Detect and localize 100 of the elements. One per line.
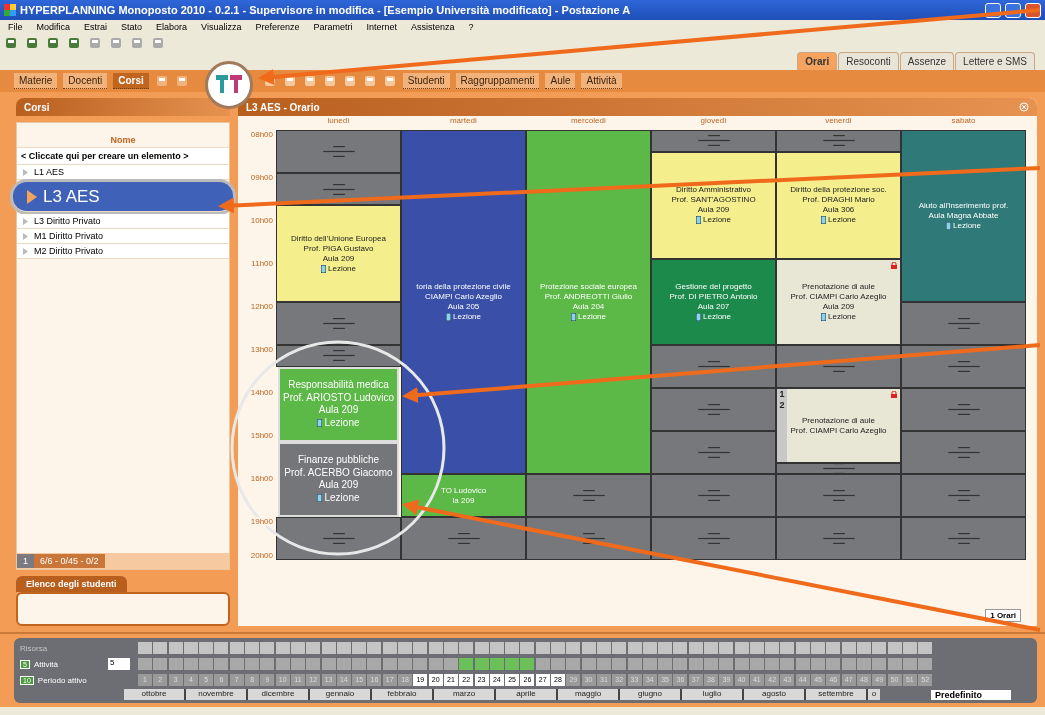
lesson-type: Lezione [696,312,731,322]
lesson-card[interactable]: toria della protezione civile CIAMPI Carlo Azeglio Aula 205 Lezione [401,130,526,474]
mode-tab[interactable]: Assenze [899,52,955,70]
list-item[interactable]: L3 Diritto Privato [17,214,229,229]
row-label: Attività [33,659,58,669]
time-label: 11h00 [251,259,273,268]
day-header: mercoledì [569,116,608,127]
month-label: novembre [186,689,248,700]
time-label: 20h00 [250,551,273,560]
menu-item[interactable]: Assistenza [411,22,455,32]
lesson-teacher: Prof. DI PIETRO Antonio [669,292,758,302]
menu-item[interactable]: Internet [366,22,398,32]
menu-item[interactable]: Visualizza [201,22,242,32]
lesson-room: Aula 306 [822,205,855,216]
day-header: sabato [950,116,977,127]
day-header: giovedì [699,116,728,127]
item-counter: 6/6 - 0/45 - 0/2 [34,554,105,568]
list-item[interactable]: M1 Diritto Privato [17,229,229,244]
day-header: martedì [448,116,479,127]
lesson-teacher: Prof. CIAMPI Carlo Azeglio [790,292,887,302]
resource-tab[interactable]: Aule [545,73,576,89]
window-title: HYPERPLANNING Monoposto 2010 - 0.2.1 - Supervisore in modifica - [Esempio Università modificato] - Postazione A [20,4,632,16]
list-item[interactable]: M2 Diritto Privato [17,244,229,259]
time-label: 16h00 [250,474,273,483]
time-label: 12h00 [250,302,273,311]
lesson-card[interactable]: Diritto della protezione soc. Prof. DRAGHI Mario Aula 306 Lezione [776,151,901,259]
resource-tab[interactable]: Studenti [402,73,450,89]
month-label: settembre [806,689,868,700]
month-label: agosto [744,689,806,700]
panel-tab[interactable]: Elenco degli studenti [16,576,127,592]
lesson-card[interactable]: Gestione del progetto Prof. DI PIETRO Antonio Aula 207 Lezione [651,259,776,345]
lesson-teacher: Prof. SANT'AGOSTINO [671,195,756,206]
time-label: 15h00 [250,431,273,440]
lesson-teacher: Prof. CIAMPI Carlo Azeglio [790,425,887,436]
menu-item[interactable]: ? [468,22,474,32]
lesson-teacher: CIAMPI Carlo Azeglio [425,292,502,302]
page-number: 1 [17,554,34,568]
lesson-teacher: Prof. ACERBO Giacomo [284,466,393,480]
preset-dropdown[interactable]: Predefinito [931,690,1011,700]
resource-tab[interactable]: Materie [14,73,58,89]
lesson-title: Responsabilità medica [288,379,389,392]
lesson-room: Aula 209 [322,253,355,264]
resource-tab[interactable]: Attività [581,73,622,89]
menu-item[interactable]: File [8,22,23,32]
month-label: dicembre [248,689,310,700]
lesson-title: Aiuto all'inserimento prof. [918,201,1009,211]
lesson-title: Protezione sociale europea [540,282,637,292]
lesson-room: Aula 205 [447,302,480,312]
lesson-card[interactable]: Aiuto all'inserimento prof. Aula Magna Abbate Lezione [901,130,1026,302]
resource-tab[interactable]: Docenti [63,73,108,89]
month-label: maggio [558,689,620,700]
activity-field[interactable]: 5 [108,658,130,670]
lesson-teacher: Prof. ARIOSTO Ludovico [283,391,394,405]
time-label: 14h00 [250,388,273,397]
lesson-card[interactable]: Diritto Amministrativo Prof. SANT'AGOSTINO Aula 209 Lezione [651,151,776,259]
lesson-type: Lezione [821,312,856,322]
mode-tab[interactable]: Orari [797,52,838,70]
mode-tab[interactable]: Resoconti [838,52,899,70]
lesson-marker: 2 [778,400,786,412]
schedule-title: L3 AES - Orario [246,101,320,113]
lesson-card[interactable]: 1 2 Prenotazione di aule Prof. CIAMPI Carlo Azeglio [776,388,901,464]
month-label: ottobre [124,689,186,700]
menu-item[interactable]: Preferenze [255,22,300,32]
lesson-card[interactable]: Responsabilità medica Prof. ARIOSTO Ludovico Aula 209 Lezione [278,366,399,442]
lesson-card[interactable]: Diritto dell'Unione Europea Prof. PIGA Gustavo Aula 209 Lezione [276,205,401,302]
lesson-teacher: Aula Magna Abbate [928,211,999,221]
time-label: 19h00 [250,517,273,526]
lesson-room: Aula 209 [318,479,359,492]
list-item[interactable]: L3 AES [13,182,233,212]
mode-tab[interactable]: Lettere e SMS [955,52,1035,70]
month-label: gennaio [310,689,372,700]
menu-item[interactable]: Elabora [156,22,188,32]
lesson-teacher: Prof. DRAGHI Mario [802,195,875,206]
row-label: Risorsa [20,643,49,653]
menu-item[interactable]: Modifica [36,22,71,32]
lesson-title: toria della protezione civile [416,282,511,292]
menu-item[interactable]: Parametri [313,22,353,32]
lesson-card[interactable]: Finanze pubbliche Prof. ACERBO Giacomo Aula 209 Lezione [278,441,399,517]
lesson-room: Aula 209 [318,404,359,417]
row-label: Periodo attivo [37,675,87,685]
lesson-card[interactable]: Prenotazione di aule Prof. CIAMPI Carlo Azeglio Aula 209 Lezione [776,259,901,345]
month-label: marzo [434,689,496,700]
lesson-title: Diritto dell'Unione Europea [291,233,386,244]
lesson-room: Aula 207 [697,302,730,312]
month-label: luglio [682,689,744,700]
create-row[interactable]: < Cliccate qui per creare un elemento > [17,148,229,165]
resource-tab[interactable]: Raggruppamenti [455,73,540,89]
lesson-teacher: TO Ludovico [440,485,487,496]
menu-item[interactable]: Stato [121,22,143,32]
lesson-title: Finanze pubbliche [297,454,380,467]
resource-tab[interactable]: Corsi [113,73,149,89]
lesson-title: Gestione del progetto [675,282,752,292]
lesson-type: Lezione [696,215,731,226]
lesson-room: Aula 204 [572,302,605,312]
month-label: aprile [496,689,558,700]
lesson-card[interactable]: TO Ludovico la 209 [401,474,526,517]
time-label: 09h00 [250,173,273,182]
lesson-teacher: Prof. ANDREOTTI Giulio [544,292,633,302]
lesson-card[interactable]: Protezione sociale europea Prof. ANDREOTTI Giulio Aula 204 Lezione [526,130,651,474]
menu-item[interactable]: Estrai [84,22,108,32]
